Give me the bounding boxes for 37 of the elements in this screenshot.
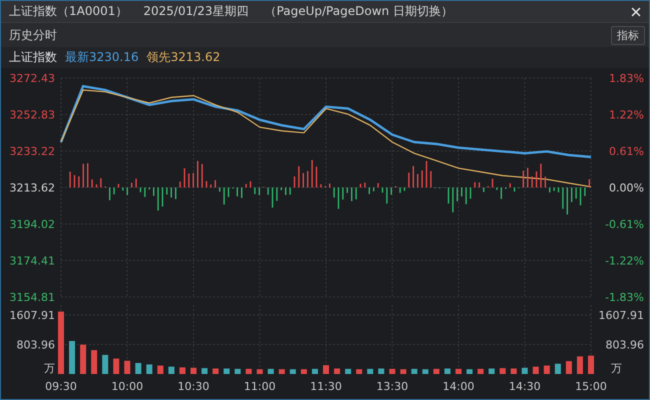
percent-axis-label: -1.22% bbox=[605, 254, 644, 268]
price-axis-label: 3252.83 bbox=[10, 108, 55, 122]
percent-axis-label: 0.00% bbox=[609, 182, 644, 194]
volume-axis-label: 803.96 bbox=[16, 338, 55, 352]
time-axis-label: 09:30 bbox=[45, 380, 77, 393]
time-axis-label: 10:00 bbox=[111, 380, 144, 393]
price-axis-label: 3272.43 bbox=[10, 72, 55, 85]
percent-axis-label: 0.61% bbox=[609, 145, 644, 158]
window-title: 上证指数（1A0001） bbox=[9, 3, 128, 20]
unit-label: 万 bbox=[611, 362, 622, 375]
window-title: （PageUp/PageDown 日期切换） bbox=[264, 3, 453, 20]
latest-price: 最新3230.16 bbox=[65, 49, 139, 66]
window-title: 2025/01/23星期四 bbox=[143, 3, 249, 20]
view-label: 历史分时 bbox=[9, 26, 57, 44]
volume-axis-label: 803.96 bbox=[606, 338, 644, 352]
index-name: 上证指数 bbox=[9, 49, 57, 66]
time-axis-label: 13:30 bbox=[376, 380, 408, 393]
price-axis-label: 3213.62 bbox=[10, 182, 55, 194]
price-axis-label: 3233.22 bbox=[10, 145, 55, 158]
price-axis-label: 3154.81 bbox=[10, 291, 55, 301]
time-axis-label: 14:00 bbox=[442, 380, 474, 393]
time-axis-label: 15:00 bbox=[575, 380, 607, 393]
volume-axis-label: 1607.91 bbox=[10, 308, 55, 322]
time-axis-label: 14:30 bbox=[508, 380, 541, 393]
time-axis-label: 10:30 bbox=[178, 380, 210, 393]
time-axis-label: 11:00 bbox=[244, 380, 276, 393]
volume-axis-label: 1607.91 bbox=[598, 308, 644, 322]
percent-axis-label: -0.61% bbox=[605, 218, 644, 231]
unit-label: 万 bbox=[44, 362, 55, 375]
percent-axis-label: 1.83% bbox=[609, 72, 644, 85]
indicator-button[interactable]: 指标 bbox=[611, 26, 645, 44]
leading-price: 领先3213.62 bbox=[146, 49, 220, 66]
time-axis-label: 11:30 bbox=[310, 380, 342, 393]
percent-axis-label: -1.83% bbox=[605, 291, 644, 301]
price-axis-label: 3174.41 bbox=[10, 254, 55, 268]
price-axis-label: 3194.02 bbox=[10, 218, 55, 231]
percent-axis-label: 1.22% bbox=[609, 108, 644, 122]
